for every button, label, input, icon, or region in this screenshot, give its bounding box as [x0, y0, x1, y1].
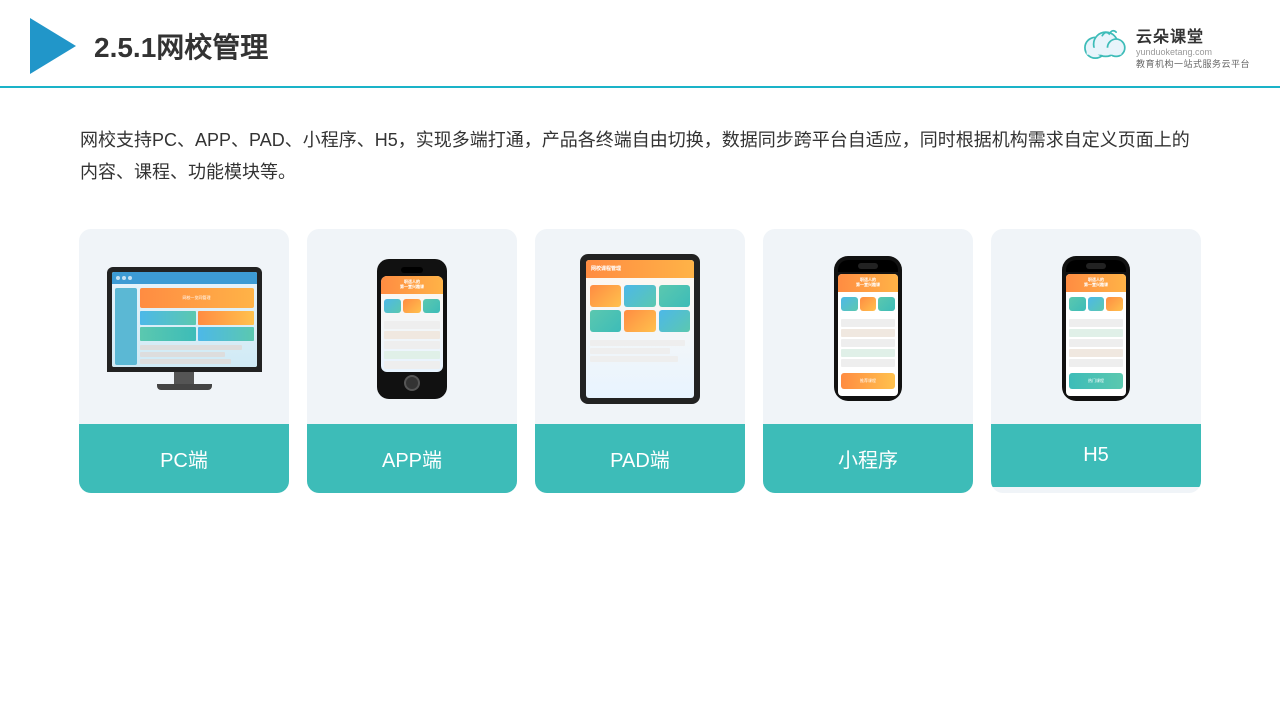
- app-image-area: 职适人的第一堂兴趣课: [307, 229, 517, 424]
- h5-notch-bar: [1066, 260, 1126, 272]
- phone-notch: [401, 267, 423, 273]
- tablet-screen: 网校课程管理: [586, 260, 694, 398]
- h5-screen: 职适人的第一堂兴趣课: [1066, 274, 1126, 396]
- cloud-icon: [1078, 28, 1130, 64]
- h5-image-area: 职适人的第一堂兴趣课: [991, 229, 1201, 424]
- notch-bar: [838, 260, 898, 272]
- pc-mockup: 网校一览同管理: [107, 267, 262, 390]
- app-phone-mockup: 职适人的第一堂兴趣课: [377, 259, 447, 399]
- pad-image-area: 网校课程管理: [535, 229, 745, 424]
- logo-triangle-icon: [30, 18, 76, 74]
- pad-card: 网校课程管理: [535, 229, 745, 493]
- pc-image-area: 网校一览同管理: [79, 229, 289, 424]
- brand-text: 云朵课堂 yunduoketang.com 教育机构一站式服务云平台: [1136, 23, 1250, 70]
- device-cards-container: 网校一览同管理: [0, 209, 1280, 513]
- pc-label: PC端: [79, 424, 289, 493]
- description-paragraph: 网校支持PC、APP、PAD、小程序、H5，实现多端打通，产品各终端自由切换，数…: [80, 124, 1200, 189]
- cloud-logo: 云朵课堂 yunduoketang.com 教育机构一站式服务云平台: [1078, 23, 1250, 70]
- app-label: APP端: [307, 424, 517, 493]
- pad-label: PAD端: [535, 424, 745, 493]
- phone-home-button: [404, 375, 420, 391]
- header-left: 2.5.1网校管理: [30, 18, 268, 74]
- pc-card: 网校一览同管理: [79, 229, 289, 493]
- pc-monitor: 网校一览同管理: [107, 267, 262, 372]
- h5-mockup: 职适人的第一堂兴趣课: [1062, 256, 1130, 401]
- description-text: 网校支持PC、APP、PAD、小程序、H5，实现多端打通，产品各终端自由切换，数…: [0, 88, 1280, 209]
- brand-url: yunduoketang.com: [1136, 47, 1212, 57]
- h5-card: 职适人的第一堂兴趣课: [991, 229, 1201, 493]
- miniprogram-image-area: 职适人的第一堂兴趣课: [763, 229, 973, 424]
- tablet-mockup: 网校课程管理: [580, 254, 700, 404]
- app-screen: 职适人的第一堂兴趣课: [381, 276, 443, 372]
- miniprogram-mockup: 职适人的第一堂兴趣课: [834, 256, 902, 401]
- app-card: 职适人的第一堂兴趣课: [307, 229, 517, 493]
- brand-name: 云朵课堂: [1136, 23, 1204, 47]
- pc-screen: 网校一览同管理: [112, 272, 257, 367]
- h5-label: H5: [991, 424, 1201, 487]
- miniprogram-card: 职适人的第一堂兴趣课: [763, 229, 973, 493]
- miniprogram-screen: 职适人的第一堂兴趣课: [838, 274, 898, 396]
- miniprogram-label: 小程序: [763, 424, 973, 493]
- header: 2.5.1网校管理 云朵课堂 yunduoketang.com 教育机构一站式服…: [0, 0, 1280, 88]
- header-right: 云朵课堂 yunduoketang.com 教育机构一站式服务云平台: [1078, 23, 1250, 70]
- page-title: 2.5.1网校管理: [94, 26, 268, 66]
- brand-sub: 教育机构一站式服务云平台: [1136, 57, 1250, 70]
